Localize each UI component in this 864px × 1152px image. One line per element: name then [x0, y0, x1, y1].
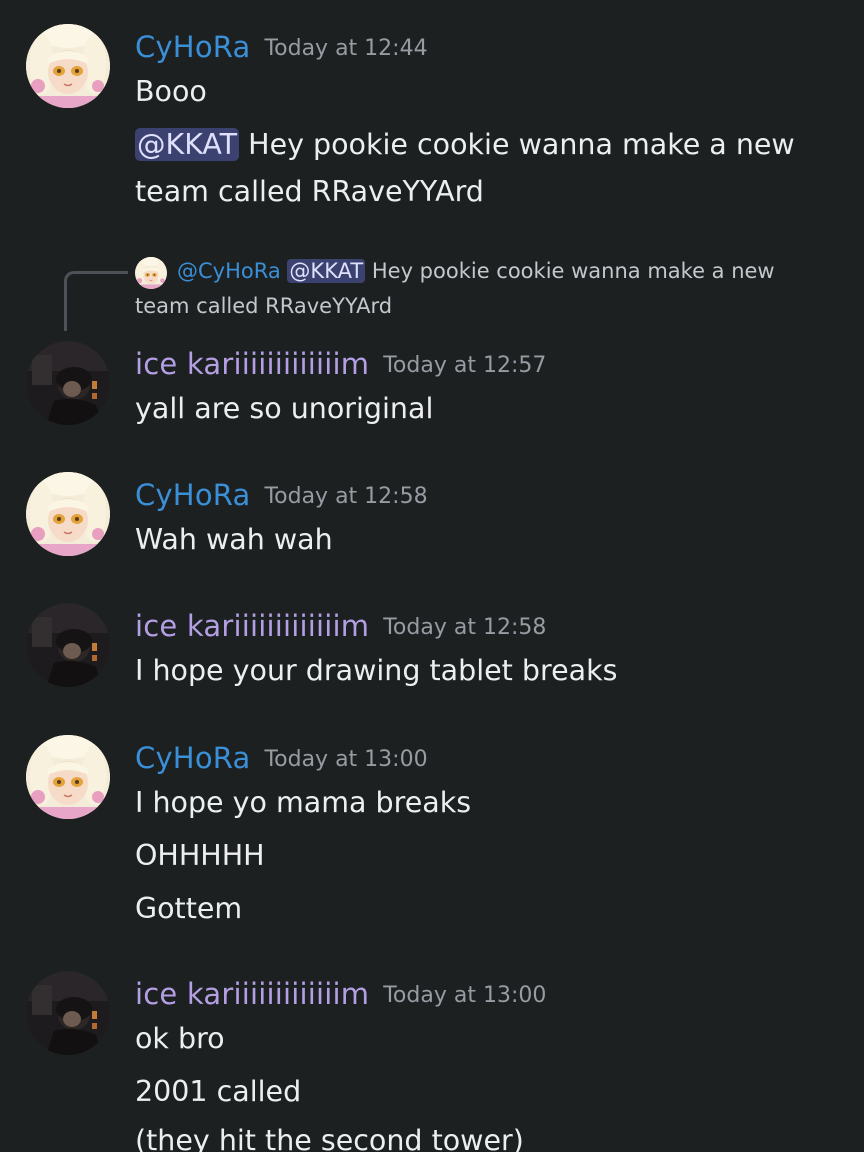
username[interactable]: ice kariiiiiiiiiiiiim [135, 347, 369, 381]
message-text: Gottem [135, 892, 243, 925]
reply-connector [64, 271, 128, 331]
reply-text: team called RRaveYYArd [135, 294, 393, 318]
message-header: CyHoRa Today at 13:00 [135, 741, 428, 775]
message-text: Wah wah wah [135, 523, 333, 556]
message-header: ice kariiiiiiiiiiiiim Today at 13:00 [135, 977, 546, 1011]
message-text: yall are so unoriginal [135, 392, 434, 425]
username[interactable]: CyHoRa [135, 30, 250, 64]
reply-author[interactable]: @CyHoRa [177, 259, 281, 283]
username[interactable]: ice kariiiiiiiiiiiiim [135, 609, 369, 643]
timestamp: Today at 12:58 [383, 615, 547, 640]
reply-mention: @KKAT [287, 259, 366, 283]
username[interactable]: ice kariiiiiiiiiiiiim [135, 977, 369, 1011]
message-text-part: Hey pookie cookie wanna make a new [248, 128, 795, 161]
reply-text: Hey pookie cookie wanna make a new [371, 259, 775, 283]
avatar[interactable] [26, 603, 110, 687]
message-text: (they hit the second tower) [135, 1124, 524, 1152]
message-text: Booo [135, 75, 207, 108]
timestamp: Today at 12:57 [383, 353, 547, 378]
avatar[interactable] [26, 971, 110, 1055]
reply-preview[interactable]: @CyHoRa @KKAT Hey pookie cookie wanna ma… [177, 259, 775, 283]
timestamp: Today at 13:00 [264, 747, 428, 772]
user-mention[interactable]: @KKAT [135, 128, 240, 161]
message-text: ok bro [135, 1022, 225, 1055]
avatar[interactable] [26, 472, 110, 556]
username[interactable]: CyHoRa [135, 478, 250, 512]
message-header: ice kariiiiiiiiiiiiim Today at 12:58 [135, 609, 546, 643]
username[interactable]: CyHoRa [135, 741, 250, 775]
message-text: team called RRaveYYArd [135, 175, 484, 208]
timestamp: Today at 13:00 [383, 983, 547, 1008]
avatar[interactable] [26, 24, 110, 108]
reply-avatar [135, 257, 167, 289]
timestamp: Today at 12:44 [264, 36, 428, 61]
avatar[interactable] [26, 341, 110, 425]
message-header: CyHoRa Today at 12:44 [135, 30, 428, 64]
chat-message-list[interactable]: CyHoRa Today at 12:44 Booo @KKAT Hey pook… [0, 0, 864, 1152]
avatar[interactable] [26, 735, 110, 819]
message-text: I hope your drawing tablet breaks [135, 654, 618, 687]
timestamp: Today at 12:58 [264, 484, 428, 509]
message-header: ice kariiiiiiiiiiiiim Today at 12:57 [135, 347, 546, 381]
message-text: OHHHHH [135, 839, 265, 872]
message-text: I hope yo mama breaks [135, 786, 472, 819]
message-header: CyHoRa Today at 12:58 [135, 478, 428, 512]
message-text: 2001 called [135, 1075, 302, 1108]
message-text: @KKAT Hey pookie cookie wanna make a new [135, 121, 795, 169]
